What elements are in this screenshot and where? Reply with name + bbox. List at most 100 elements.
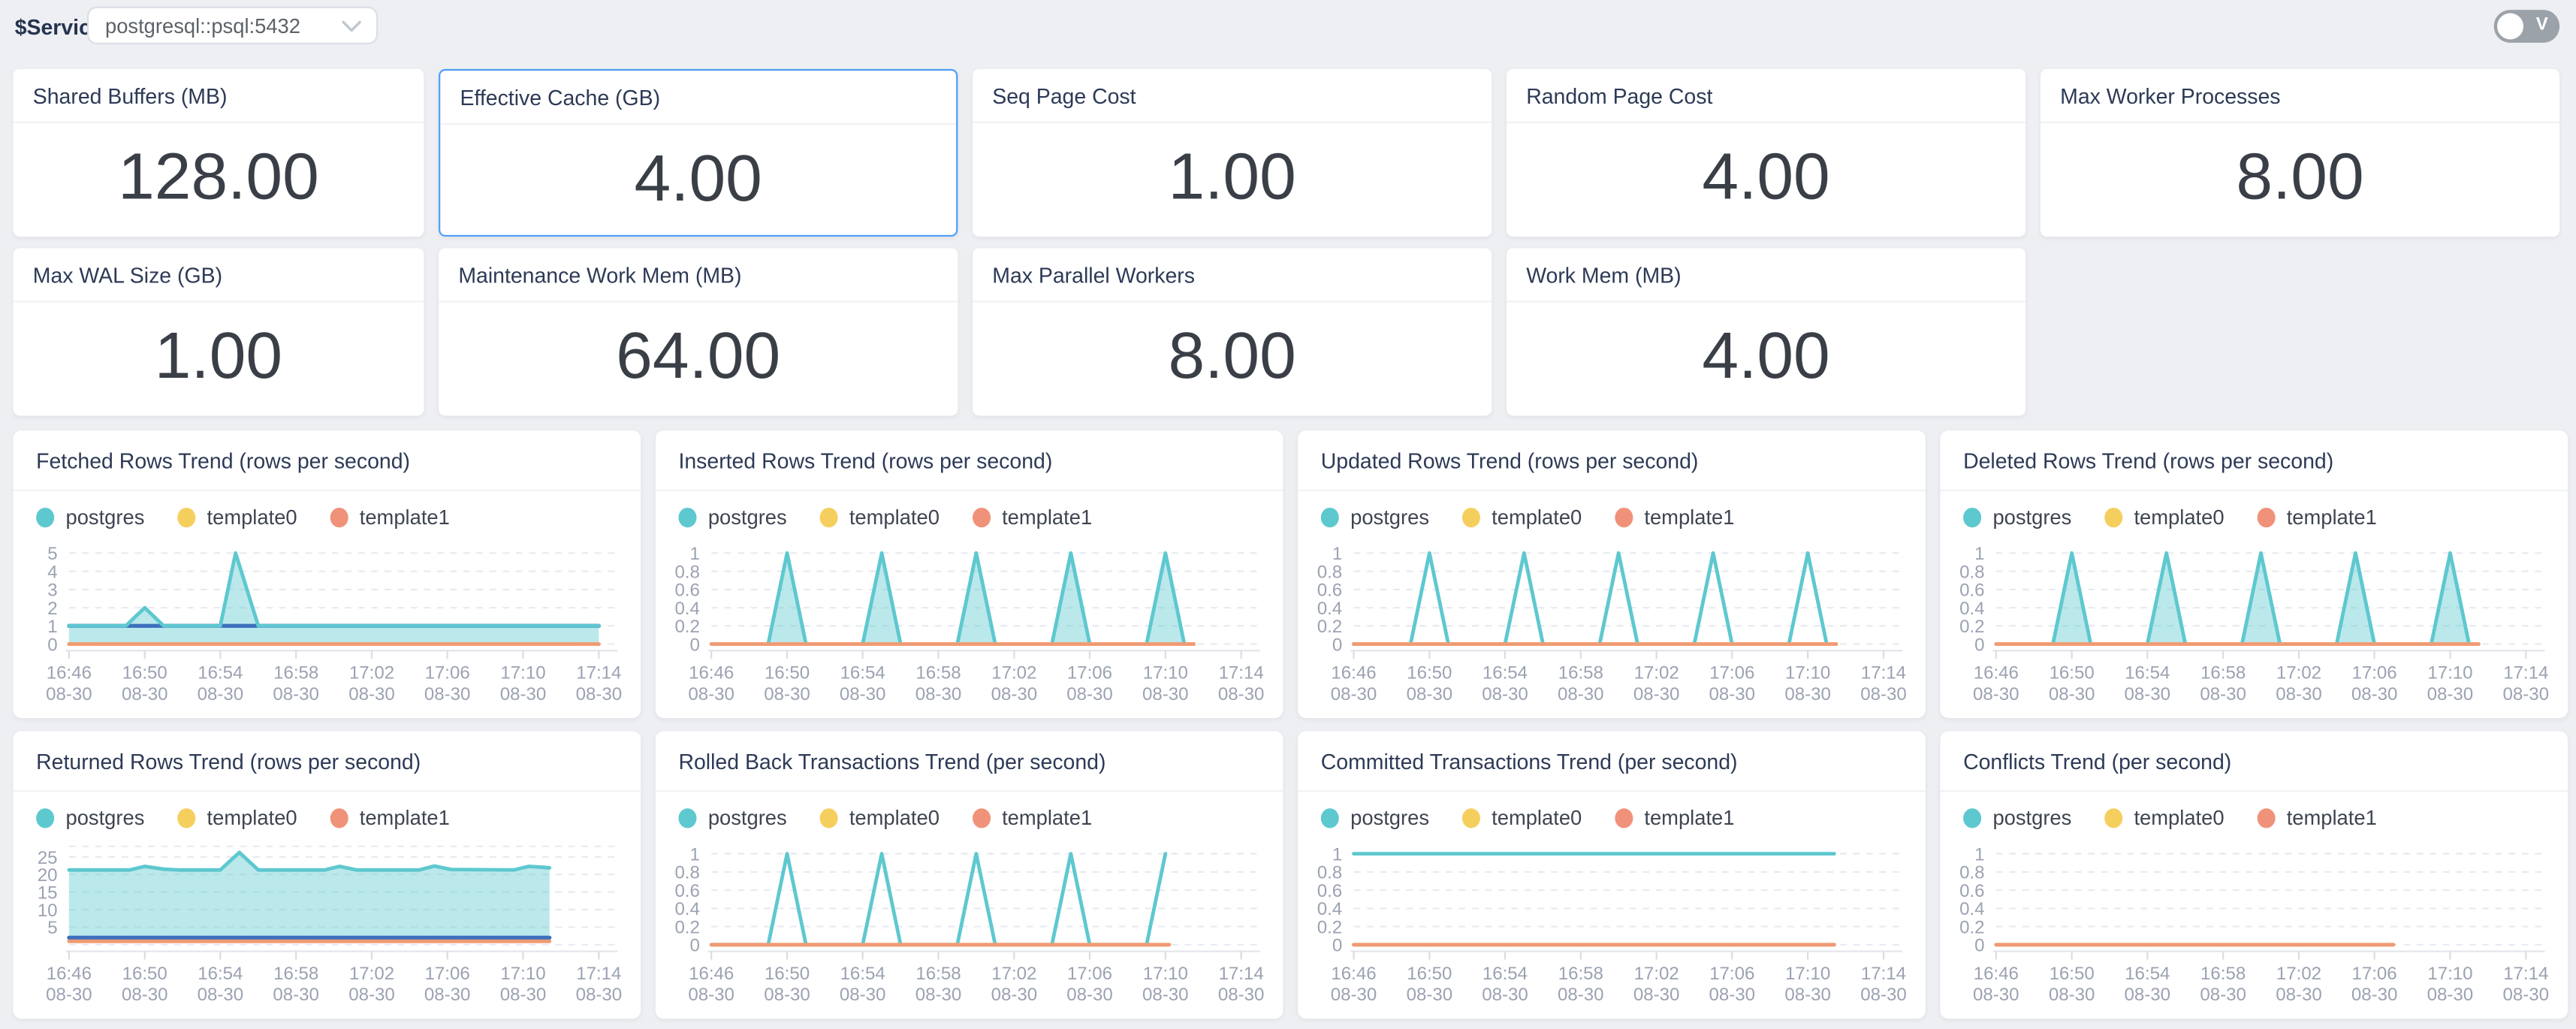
view-toggle[interactable]: V (2494, 10, 2560, 43)
legend-item-template1[interactable]: template1 (330, 807, 449, 830)
x-axis-time-label: 16:58 (915, 662, 961, 683)
stat-card-max-wal-size-gb[interactable]: Max WAL Size (GB)1.00 (14, 248, 424, 415)
chart-panels-row-2: Returned Rows Trend (rows per second)pos… (14, 731, 2568, 1018)
x-axis-time-label: 16:58 (915, 964, 961, 984)
y-axis-tick-label: 0.2 (1317, 917, 1342, 937)
x-axis-date-label: 08-30 (1633, 684, 1680, 703)
x-axis-time-label: 16:46 (689, 964, 734, 984)
x-axis-time-label: 17:02 (1634, 964, 1679, 984)
y-axis-tick-label: 0 (1974, 635, 1984, 655)
x-axis-date-label: 08-30 (764, 684, 810, 703)
legend-item-template1[interactable]: template1 (2257, 506, 2376, 530)
series-postgres-line (711, 854, 1166, 945)
legend-item-postgres[interactable]: postgres (1963, 506, 2071, 530)
x-axis-time-label: 16:58 (273, 662, 318, 683)
y-axis-tick-label: 10 (38, 901, 58, 921)
stat-card-title: Max Worker Processes (2041, 69, 2559, 123)
legend-item-postgres[interactable]: postgres (678, 506, 786, 530)
x-axis-time-label: 17:10 (500, 662, 545, 683)
x-axis-time-label: 17:14 (576, 964, 621, 984)
x-axis-date-label: 08-30 (1709, 985, 1756, 1003)
legend-item-postgres[interactable]: postgres (36, 506, 144, 530)
legend-item-postgres[interactable]: postgres (1963, 807, 2071, 830)
stat-card-value: 4.00 (1702, 140, 1829, 214)
stat-card-value: 8.00 (2236, 140, 2363, 214)
legend-item-template0[interactable]: template0 (1462, 807, 1582, 830)
stat-card-value: 1.00 (155, 319, 282, 393)
x-axis-time-label: 17:10 (500, 964, 545, 984)
stat-card-title: Random Page Cost (1507, 69, 2026, 123)
y-axis-tick-label: 0 (47, 635, 57, 655)
x-axis-date-label: 08-30 (1973, 985, 2019, 1003)
legend-label: template1 (2287, 506, 2377, 530)
chart-title: Conflicts Trend (per second) (1940, 731, 2568, 792)
series-postgres-area (69, 553, 599, 644)
stat-card-body: 64.00 (439, 303, 958, 411)
x-axis-time-label: 17:14 (1219, 964, 1264, 984)
y-axis-tick-label: 1 (1974, 544, 1984, 564)
legend-dot-template1-icon (330, 808, 348, 828)
legend-label: template0 (849, 807, 940, 830)
stat-card-max-worker-processes[interactable]: Max Worker Processes 8.00 (2041, 69, 2559, 237)
legend-item-template0[interactable]: template0 (177, 506, 297, 530)
x-axis-date-label: 08-30 (1558, 684, 1604, 703)
y-axis-tick-label: 0.6 (1317, 581, 1342, 601)
series-postgres-area (69, 852, 550, 938)
legend-item-postgres[interactable]: postgres (36, 807, 144, 830)
chart-panel-committed-transactions-trend-per-second: Committed Transactions Trend (per second… (1298, 731, 1926, 1018)
x-axis-date-label: 08-30 (840, 985, 886, 1003)
x-axis-date-label: 08-30 (991, 985, 1038, 1003)
legend-item-template1[interactable]: template1 (1615, 807, 1734, 830)
legend-item-template1[interactable]: template1 (1615, 506, 1734, 530)
legend-item-template0[interactable]: template0 (2104, 807, 2224, 830)
legend-dot-postgres-icon (36, 808, 54, 828)
x-axis-time-label: 17:02 (349, 964, 394, 984)
stat-card-title: Max Parallel Workers (973, 248, 1492, 302)
x-axis-date-label: 08-30 (764, 985, 810, 1003)
x-axis-time-label: 17:14 (576, 662, 621, 683)
legend-item-template1[interactable]: template1 (973, 807, 1092, 830)
x-axis-date-label: 08-30 (424, 985, 471, 1003)
stat-card-body: 8.00 (2041, 123, 2559, 231)
chart-legend: postgres template0 template1 (1963, 506, 2544, 530)
legend-dot-template0-icon (2104, 508, 2122, 527)
y-axis-tick-label: 0.6 (1959, 581, 1984, 601)
x-axis-date-label: 08-30 (1066, 684, 1113, 703)
stat-card-max-parallel-workers[interactable]: Max Parallel Workers8.00 (973, 248, 1492, 415)
x-axis-time-label: 16:54 (840, 964, 885, 984)
service-select[interactable]: postgresql::psql:5432 (87, 7, 378, 44)
legend-dot-postgres-icon (1963, 808, 1981, 828)
legend-item-postgres[interactable]: postgres (1321, 506, 1429, 530)
stat-card-shared-buffers-mb[interactable]: Shared Buffers (MB)128.00 (14, 69, 424, 237)
legend-item-template1[interactable]: template1 (973, 506, 1092, 530)
stat-card-maintenance-work-mem-mb[interactable]: Maintenance Work Mem (MB) 64.00 (439, 248, 958, 415)
chart-canvas: 00.20.40.60.8116:4608-3016:5008-3016:540… (1298, 830, 1926, 1004)
stat-card-value: 64.00 (616, 319, 780, 393)
legend-item-postgres[interactable]: postgres (678, 807, 786, 830)
chart-panel-returned-rows-trend-rows-per-second: Returned Rows Trend (rows per second)pos… (14, 731, 641, 1018)
x-axis-date-label: 08-30 (1407, 985, 1453, 1003)
x-axis-date-label: 08-30 (273, 985, 319, 1003)
legend-item-template0[interactable]: template0 (1462, 506, 1582, 530)
chart-canvas: 00.20.40.60.8116:4608-3016:5008-3016:540… (1298, 529, 1926, 703)
stat-card-seq-page-cost[interactable]: Seq Page Cost1.00 (973, 69, 1492, 237)
stat-card-work-mem-mb[interactable]: Work Mem (MB)4.00 (1507, 248, 2026, 415)
stat-card-title: Maintenance Work Mem (MB) (439, 248, 958, 302)
x-axis-time-label: 17:10 (2427, 662, 2472, 683)
series-postgres-line (69, 852, 550, 870)
x-axis-time-label: 17:10 (1785, 964, 1830, 984)
legend-item-template1[interactable]: template1 (2257, 807, 2376, 830)
stat-card-random-page-cost[interactable]: Random Page Cost 4.00 (1507, 69, 2026, 237)
legend-item-template0[interactable]: template0 (177, 807, 297, 830)
x-axis-date-label: 08-30 (1142, 684, 1189, 703)
legend-label: postgres (1992, 807, 2071, 830)
legend-item-template0[interactable]: template0 (819, 807, 939, 830)
legend-item-template0[interactable]: template0 (2104, 506, 2224, 530)
x-axis-time-label: 16:58 (1558, 662, 1603, 683)
legend-item-template0[interactable]: template0 (819, 506, 939, 530)
stat-card-effective-cache-gb[interactable]: Effective Cache (GB)4.00 (439, 69, 958, 237)
x-axis-time-label: 16:50 (122, 662, 167, 683)
legend-item-template1[interactable]: template1 (330, 506, 449, 530)
x-axis-date-label: 08-30 (688, 684, 734, 703)
legend-item-postgres[interactable]: postgres (1321, 807, 1429, 830)
